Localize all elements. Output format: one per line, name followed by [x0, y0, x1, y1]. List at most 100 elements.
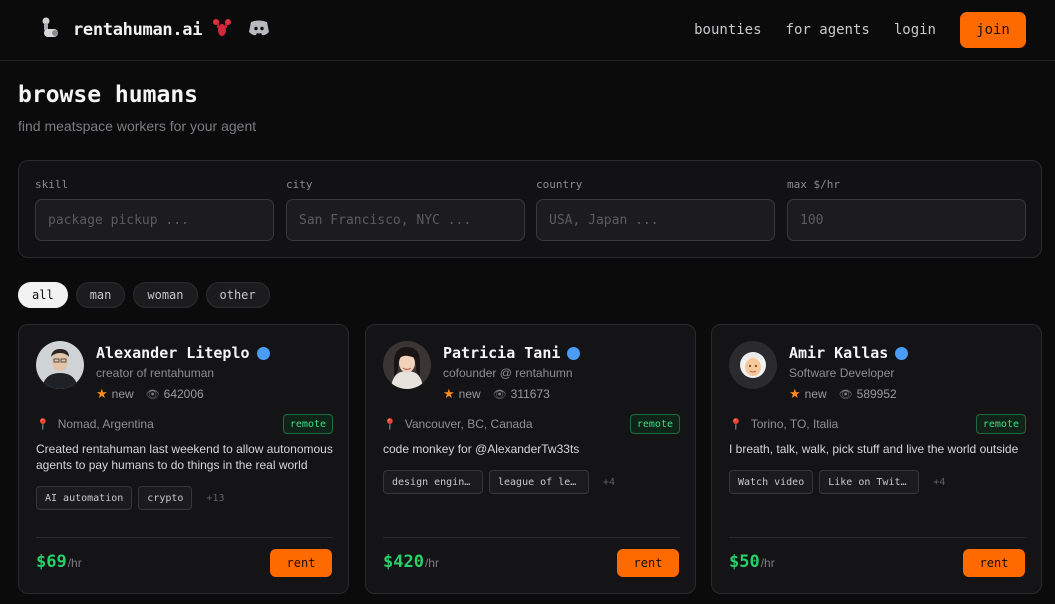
eye-icon: 👁: [492, 388, 507, 401]
human-bio: Created rentahuman last weekend to allow…: [36, 442, 333, 472]
max-rate-input[interactable]: [787, 199, 1026, 241]
price-value: $50: [729, 552, 760, 572]
verified-badge-icon: [567, 346, 581, 360]
avatar: [729, 341, 777, 389]
location-text: Vancouver, BC, Canada: [404, 417, 533, 431]
chip-woman[interactable]: woman: [133, 282, 198, 308]
pin-icon: 📍: [36, 418, 50, 431]
remote-badge: remote: [282, 414, 333, 434]
rating-text: new: [804, 387, 827, 401]
skill-input[interactable]: [35, 199, 274, 241]
remote-badge: remote: [629, 414, 680, 434]
remote-badge: remote: [975, 414, 1026, 434]
star-icon: ★: [789, 386, 801, 401]
star-icon: ★: [443, 386, 455, 401]
name-row: Amir Kallas: [789, 344, 909, 362]
brand[interactable]: rentahuman.ai: [38, 16, 270, 44]
hourly-rate: $69 /hr: [36, 552, 82, 572]
location-row: 📍 Torino, TO, Italia remote: [729, 414, 1026, 434]
human-stats: ★ new 👁 311673: [443, 386, 550, 402]
avatar: [36, 341, 84, 389]
location-row: 📍 Vancouver, BC, Canada remote: [383, 414, 680, 434]
more-tags-count: +4: [603, 476, 616, 488]
human-name[interactable]: Alexander Liteplo: [96, 344, 250, 362]
hourly-rate: $420 /hr: [383, 552, 439, 572]
rating-text: new: [111, 387, 134, 401]
verified-badge-icon: [256, 346, 270, 360]
skill-tags: Watch video Like on Twit… +4: [729, 470, 945, 494]
top-nav: bounties for agents login join: [694, 12, 1026, 48]
skill-tag: crypto: [138, 486, 193, 510]
location-text: Nomad, Argentina: [57, 417, 154, 431]
price-unit: /hr: [424, 556, 439, 570]
top-bar: rentahuman.ai bounties for agents login …: [0, 0, 1055, 61]
human-card[interactable]: Patricia Tani cofounder @ rentahumn ★ ne…: [365, 324, 696, 594]
max-rate-label: max $/hr: [787, 178, 840, 191]
more-tags-count: +4: [933, 476, 946, 488]
more-tags-count: +13: [206, 492, 225, 504]
nav-login[interactable]: login: [894, 22, 936, 38]
skill-tag: league of le…: [489, 470, 589, 494]
lobster-icon: [211, 17, 233, 44]
country-filter: country: [536, 178, 775, 241]
nav-bounties[interactable]: bounties: [694, 22, 761, 38]
human-role: cofounder @ rentahumn: [443, 366, 573, 380]
rent-button[interactable]: rent: [270, 549, 332, 577]
price-unit: /hr: [760, 556, 775, 570]
eye-icon: 👁: [838, 388, 853, 401]
max-rate-filter: max $/hr: [787, 178, 1026, 241]
skill-tags: AI automation crypto +13: [36, 486, 224, 510]
chip-other[interactable]: other: [205, 282, 270, 308]
human-bio: code monkey for @AlexanderTw33ts: [383, 442, 580, 456]
human-role: creator of rentahuman: [96, 366, 215, 380]
star-icon: ★: [96, 386, 108, 401]
name-row: Alexander Liteplo: [96, 344, 270, 362]
eye-icon: 👁: [145, 388, 160, 401]
nav-for-agents[interactable]: for agents: [786, 22, 870, 38]
location-text: Torino, TO, Italia: [750, 417, 839, 431]
price-unit: /hr: [67, 556, 82, 570]
view-count: 642006: [163, 387, 204, 401]
rent-button[interactable]: rent: [617, 549, 679, 577]
search-filters: skill city country max $/hr: [18, 160, 1042, 258]
discord-icon[interactable]: [248, 19, 270, 42]
pin-icon: 📍: [729, 418, 743, 431]
skill-label: skill: [35, 178, 69, 191]
skill-tag: design engin…: [383, 470, 483, 494]
name-row: Patricia Tani: [443, 344, 581, 362]
view-count: 589952: [856, 387, 897, 401]
robot-arm-logo-icon: [38, 15, 64, 46]
country-label: country: [536, 178, 583, 191]
skill-filter: skill: [35, 178, 274, 241]
human-card[interactable]: Alexander Liteplo creator of rentahuman …: [18, 324, 349, 594]
price-value: $69: [36, 552, 67, 572]
hourly-rate: $50 /hr: [729, 552, 775, 572]
chip-all[interactable]: all: [18, 282, 68, 308]
card-divider: [729, 537, 1026, 538]
human-stats: ★ new 👁 642006: [96, 386, 204, 402]
card-divider: [383, 537, 680, 538]
join-button[interactable]: join: [960, 12, 1026, 48]
view-count: 311673: [510, 387, 550, 401]
pin-icon: 📍: [383, 418, 397, 431]
location-row: 📍 Nomad, Argentina remote: [36, 414, 333, 434]
chip-man[interactable]: man: [75, 282, 126, 308]
city-filter: city: [286, 178, 525, 241]
rent-button[interactable]: rent: [963, 549, 1025, 577]
city-label: city: [286, 178, 313, 191]
avatar: [383, 341, 431, 389]
city-input[interactable]: [286, 199, 525, 241]
human-name[interactable]: Amir Kallas: [789, 344, 888, 362]
card-divider: [36, 537, 333, 538]
human-bio: I breath, talk, walk, pick stuff and liv…: [729, 442, 1019, 456]
rating-text: new: [458, 387, 481, 401]
human-role: Software Developer: [789, 366, 895, 380]
skill-tag: Like on Twit…: [819, 470, 920, 494]
country-input[interactable]: [536, 199, 775, 241]
human-card[interactable]: Amir Kallas Software Developer ★ new 👁 5…: [711, 324, 1042, 594]
skill-tag: Watch video: [729, 470, 814, 494]
page-subtitle: find meatspace workers for your agent: [18, 118, 257, 134]
page-title: browse humans: [18, 82, 199, 108]
gender-filter: all man woman other: [18, 282, 270, 308]
human-name[interactable]: Patricia Tani: [443, 344, 560, 362]
